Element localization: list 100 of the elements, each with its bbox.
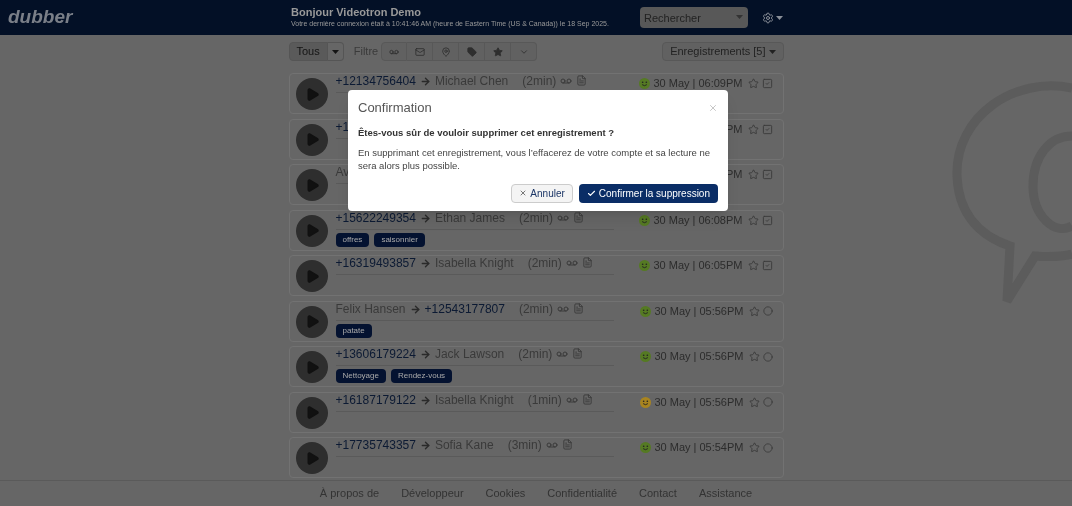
- checked-box-icon[interactable]: [761, 123, 773, 135]
- call-date: 30 May | 05:54PM: [654, 440, 744, 456]
- settings-icon: [762, 11, 774, 24]
- checked-box-icon[interactable]: [761, 169, 773, 180]
- cancel-button[interactable]: Annuler: [511, 183, 573, 203]
- checked-box-icon[interactable]: [761, 78, 773, 89]
- play-icon: [305, 405, 320, 420]
- filter-button[interactable]: [459, 42, 486, 61]
- play-icon: [305, 268, 320, 284]
- dialog-message: En supprimant cet enregistrement, vous l’effacerez de votre compte et sa lecture ne sera alors plus possible.: [358, 145, 712, 172]
- star-icon[interactable]: [747, 78, 759, 89]
- recordings-dropdown[interactable]: Enregistrements [5]: [662, 42, 784, 61]
- phone-number: +12134756404: [335, 74, 416, 88]
- document-icon: [581, 257, 593, 268]
- check-icon: [586, 188, 596, 198]
- close-icon: [519, 189, 528, 198]
- phone-number: +16319493857: [335, 256, 416, 270]
- arrow-right-icon: [419, 440, 431, 451]
- tag-label[interactable]: Nettoyage: [335, 369, 386, 383]
- arrow-right-icon: [419, 76, 431, 87]
- call-date: 30 May | 05:56PM: [654, 394, 744, 410]
- checked-box-icon[interactable]: [761, 260, 773, 271]
- play-icon: [305, 359, 320, 375]
- phone-number: +12543177807: [424, 301, 505, 316]
- circle-icon[interactable]: [762, 351, 773, 362]
- greeting: Bonjour Videotron Demo: [291, 6, 422, 20]
- play-button[interactable]: [295, 305, 328, 338]
- voicemail-icon: [565, 257, 578, 269]
- filter-button[interactable]: [407, 42, 434, 61]
- filter-button[interactable]: [511, 42, 538, 61]
- voicemail-icon: [556, 348, 569, 360]
- phone-number: +1: [335, 119, 350, 134]
- caret-icon: [776, 15, 783, 20]
- star-icon[interactable]: [748, 396, 760, 408]
- voicemail-icon: [545, 439, 558, 451]
- star-icon[interactable]: [748, 351, 760, 362]
- scope-button[interactable]: Tous: [288, 42, 328, 61]
- filter-button[interactable]: [381, 42, 408, 61]
- play-icon: [305, 223, 320, 238]
- play-icon: [305, 177, 320, 193]
- play-icon: [305, 450, 320, 466]
- map-pin-icon: [440, 46, 451, 57]
- tag-label[interactable]: patate: [335, 323, 372, 338]
- confirm-delete-button[interactable]: Confirmer la suppression: [578, 183, 718, 203]
- play-button[interactable]: [295, 214, 328, 247]
- arrow-right-icon: [419, 349, 431, 360]
- circle-icon[interactable]: [762, 306, 773, 316]
- dialog-title: Confirmation: [358, 99, 432, 117]
- arrow-right-icon: [409, 303, 421, 315]
- star-icon[interactable]: [747, 214, 759, 226]
- play-button[interactable]: [295, 169, 328, 201]
- caret-icon: [331, 49, 339, 54]
- document-icon: [581, 393, 593, 405]
- document-icon: [572, 302, 584, 314]
- checked-box-icon[interactable]: [761, 214, 773, 226]
- dialog-question: Êtes-vous sûr de vouloir supprimer cet enregistrement ?: [358, 125, 616, 140]
- call-date: 30 May | 05:56PM: [654, 349, 744, 365]
- document-icon: [572, 348, 584, 359]
- call-date: 30 May | 06:05PM: [653, 258, 743, 274]
- tag-icon: [466, 46, 477, 57]
- document-icon: [561, 439, 573, 450]
- play-icon: [305, 132, 320, 147]
- arrow-right-icon: [419, 258, 431, 269]
- arrow-right-icon: [419, 394, 431, 406]
- play-button[interactable]: [295, 260, 328, 292]
- envelope-icon: [414, 46, 425, 57]
- settings-button[interactable]: [762, 11, 783, 24]
- play-button[interactable]: [295, 351, 328, 383]
- circle-icon[interactable]: [762, 442, 773, 453]
- star-icon[interactable]: [747, 123, 759, 135]
- star-icon[interactable]: [748, 442, 760, 453]
- voicemail-icon: [560, 75, 573, 87]
- play-button[interactable]: [295, 78, 328, 110]
- star-icon: [492, 46, 503, 57]
- play-button[interactable]: [295, 123, 328, 156]
- phone-number: +16187179122: [335, 392, 416, 407]
- star-icon[interactable]: [747, 169, 759, 180]
- star-icon[interactable]: [748, 305, 760, 317]
- play-icon: [305, 86, 320, 102]
- phone-number: +17735743357: [335, 438, 416, 452]
- logo[interactable]: dubber: [8, 3, 291, 32]
- caret-icon: [768, 49, 776, 54]
- phone-number: +13606179224: [335, 347, 416, 361]
- play-button[interactable]: [295, 442, 328, 474]
- filter-button[interactable]: [433, 42, 460, 61]
- tag-label[interactable]: offres: [335, 232, 370, 247]
- circle-icon[interactable]: [762, 397, 773, 407]
- tag-label[interactable]: Rendez-vous: [390, 369, 453, 383]
- tag-label[interactable]: saisonnier: [374, 232, 425, 247]
- close-icon: [708, 102, 718, 113]
- star-icon[interactable]: [747, 260, 759, 271]
- caret-icon: [736, 15, 743, 19]
- play-button[interactable]: [295, 396, 328, 429]
- play-icon: [305, 314, 320, 329]
- arrow-right-icon: [419, 212, 431, 224]
- call-date: 30 May | 06:09PM: [653, 76, 743, 92]
- filter-button[interactable]: [485, 42, 512, 61]
- close-button[interactable]: [708, 102, 718, 113]
- document-icon: [576, 75, 588, 86]
- phone-number: +15622249354: [335, 210, 416, 225]
